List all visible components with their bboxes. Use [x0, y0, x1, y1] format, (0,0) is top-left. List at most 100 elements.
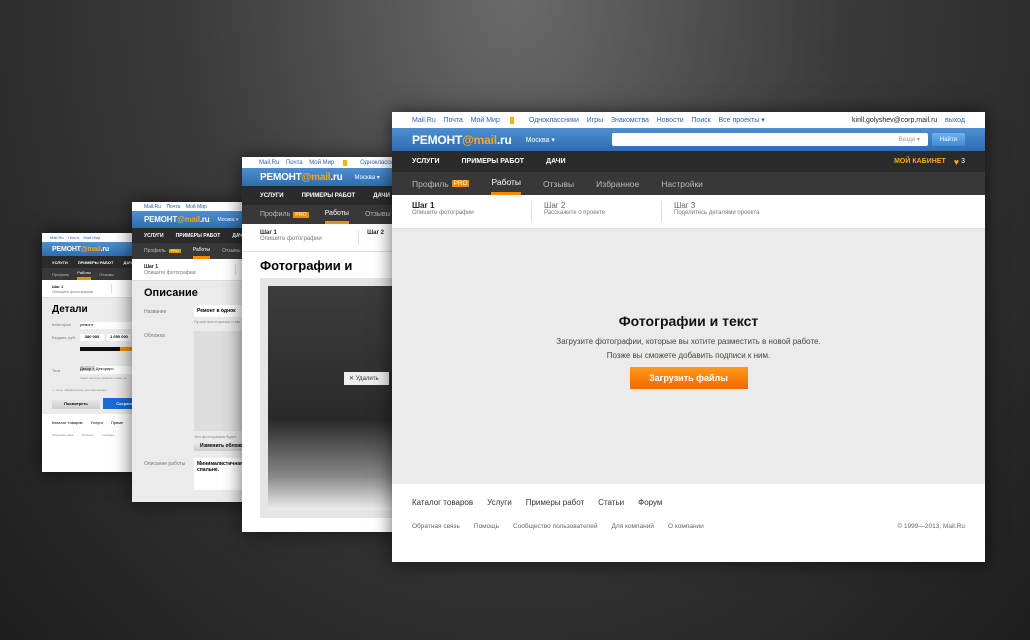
city-select[interactable]: Москва ▾	[217, 217, 238, 223]
nav-examples[interactable]: ПРИМЕРЫ РАБОТ	[462, 158, 525, 165]
city-select[interactable]: Москва ▾	[355, 174, 380, 181]
footer-link[interactable]: Статьи	[598, 498, 624, 507]
page-title: Описание	[144, 287, 198, 299]
link[interactable]: Почта	[166, 204, 180, 210]
link[interactable]: Mail.Ru	[50, 235, 64, 240]
delete-photo-button[interactable]: ✕ Удалить	[344, 372, 389, 385]
tabs: Профиль PRO Работы Отзывы	[132, 243, 252, 259]
nav-dachi[interactable]: ДАЧИ	[546, 158, 565, 165]
footer-link[interactable]: Сообщес	[102, 433, 115, 437]
city-select[interactable]: Москва ▾	[526, 136, 555, 144]
step-2[interactable]: Шаг 2 Расскажите о проекте	[532, 201, 662, 222]
all-projects-menu[interactable]: Все проекты ▾	[718, 116, 764, 124]
tab-works[interactable]: Работы	[77, 268, 92, 280]
field-label: Описание работы	[144, 461, 186, 467]
link-dating[interactable]: Знакомства	[611, 117, 649, 124]
tab-favorites[interactable]: Избранное	[596, 172, 639, 195]
tags-hint: Через запятую укажите слова, за	[80, 376, 127, 380]
upload-files-button[interactable]: Загрузить файлы	[629, 367, 748, 389]
heart-icon[interactable]: ♥	[954, 157, 959, 167]
link[interactable]: Почта	[286, 160, 303, 166]
tab-works[interactable]: Работы	[192, 243, 211, 259]
step-title: Шаг 2	[367, 230, 384, 236]
search-button[interactable]: Найти	[931, 133, 965, 146]
field-label: Теги	[52, 368, 61, 373]
link-mail[interactable]: Почта	[443, 117, 462, 124]
tab-profile[interactable]: Профиль	[52, 268, 69, 280]
nav-services[interactable]: УСЛУГИ	[412, 158, 440, 165]
link-mailru[interactable]: Mail.Ru	[412, 117, 436, 124]
step-3[interactable]: Шаг 3 Поделитесь деталями проекта	[662, 201, 759, 222]
link[interactable]: Мой Мир	[186, 204, 207, 210]
logo[interactable]: РЕМОНТ@mail.ru	[260, 172, 343, 183]
tab-works[interactable]: Работы	[491, 172, 522, 195]
link[interactable]: Мой Мир	[83, 235, 100, 240]
footer-link[interactable]: Каталог товаров	[52, 420, 83, 425]
header: РЕМОНТ@mail.ru Москва ▾ Везде ▾ Найти	[392, 128, 985, 151]
field-label: Название	[144, 309, 167, 315]
footer-link[interactable]: Примеры работ	[526, 498, 584, 507]
preview-button[interactable]: Посмотреть	[52, 398, 100, 409]
nav-item[interactable]: ПРИМЕРЫ РАБОТ	[302, 193, 356, 199]
footer-link[interactable]: Форум	[638, 498, 662, 507]
footer-link[interactable]: Для компаний	[611, 523, 654, 530]
link[interactable]: Mail.Ru	[144, 204, 161, 210]
search-scope-select[interactable]: Везде ▾	[899, 136, 920, 143]
link[interactable]: Mail.Ru	[259, 160, 279, 166]
my-cabinet-link[interactable]: МОЙ КАБИНЕТ	[894, 158, 946, 165]
preview-window-description: Mail.Ru Почта Мой Мир РЕМОНТ@mail.ru Москва…	[132, 202, 252, 502]
logo[interactable]: РЕМОНТ@mail.ru	[144, 215, 210, 224]
budget-from-input[interactable]: 380 000	[80, 334, 104, 341]
footer-link[interactable]: О компании	[668, 523, 704, 530]
preview-window-photos: Mail.Ru Почта Мой Мир Одноклассники РЕМОНТ@…	[242, 157, 402, 532]
nav-item[interactable]: ПРИМЕРЫ РАБОТ	[78, 260, 114, 265]
footer-link[interactable]: Обратная связь	[412, 523, 460, 530]
link[interactable]: Мой Мир	[309, 159, 353, 166]
footer-link[interactable]: Обратная связь	[52, 433, 74, 437]
step-1[interactable]: Шаг 1 Опишите фотографии	[412, 201, 532, 222]
tab-profile[interactable]: Профиль PRO	[412, 172, 470, 195]
tab-profile[interactable]: Профиль PRO	[144, 243, 181, 259]
budget-to-input[interactable]: 1 050 000	[107, 334, 131, 341]
footer-link[interactable]: Приме	[111, 420, 123, 425]
nav-item[interactable]: ПРИМЕРЫ РАБОТ	[176, 233, 221, 239]
field-label: Обложка	[144, 333, 165, 339]
user-email[interactable]: kirill.golyshev@corp.mail.ru	[852, 117, 937, 124]
nav-item[interactable]: УСЛУГИ	[144, 233, 164, 239]
nav-item[interactable]: УСЛУГИ	[260, 193, 284, 199]
search-input[interactable]: Везде ▾	[611, 133, 928, 146]
tab-reviews[interactable]: Отзывы	[222, 243, 240, 259]
link-moi-mir[interactable]: Мой Мир	[471, 116, 522, 124]
footer-link[interactable]: Помощь	[82, 433, 94, 437]
footer-link[interactable]: Услуги	[487, 498, 512, 507]
link-news[interactable]: Новости	[657, 117, 684, 124]
upload-text: Позже вы сможете добавить подписи к ним.	[606, 351, 771, 360]
pro-badge: PRO	[451, 180, 470, 187]
tab-reviews[interactable]: Отзывы	[543, 172, 574, 195]
tab-reviews[interactable]: Отзывы	[99, 268, 114, 280]
top-links: Mail.Ru Почта Мой Мир Одноклассники	[242, 157, 402, 168]
footer-link[interactable]: Сообщество пользователей	[513, 523, 597, 530]
link-search[interactable]: Поиск	[691, 117, 710, 124]
tab-works[interactable]: Работы	[324, 205, 349, 224]
link[interactable]: Почта	[68, 235, 79, 240]
nav-item[interactable]: УСЛУГИ	[52, 260, 68, 265]
step-desc: Опишите фотографии	[144, 270, 196, 276]
logo[interactable]: РЕМОНТ@mail.ru	[412, 133, 512, 147]
tab-profile[interactable]: Профиль PRO	[260, 205, 309, 224]
nav-item[interactable]: ДАЧИ	[373, 193, 390, 199]
link-ok[interactable]: Одноклассники	[529, 117, 579, 124]
step-desc: Опишите фотографии	[52, 289, 94, 294]
photo-frame	[260, 278, 402, 518]
budget-slider[interactable]	[80, 347, 120, 351]
photo	[268, 286, 402, 510]
tab-settings[interactable]: Настройки	[661, 172, 703, 195]
nav: УСЛУГИ ПРИМЕРЫ РАБОТ ДАЧИ	[132, 228, 252, 243]
logout-link[interactable]: выход	[945, 117, 965, 124]
link-games[interactable]: Игры	[587, 117, 604, 124]
tab-reviews[interactable]: Отзывы	[365, 205, 391, 224]
footer-link[interactable]: Услуги	[91, 420, 103, 425]
logo[interactable]: РЕМОНТ@mail.ru	[52, 246, 109, 253]
footer-link[interactable]: Помощь	[474, 523, 499, 530]
footer-link[interactable]: Каталог товаров	[412, 498, 473, 507]
